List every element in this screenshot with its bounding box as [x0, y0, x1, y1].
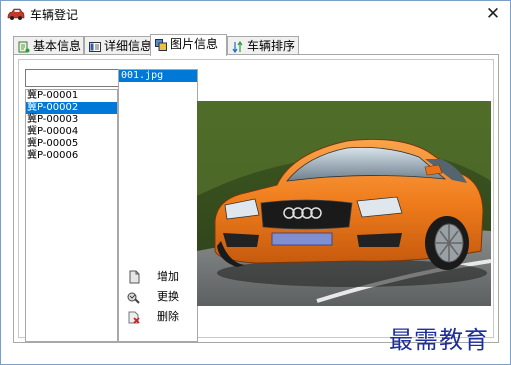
picture-info-icon	[155, 38, 167, 51]
content-frame: 冀P-00001 冀P-00002 冀P-00003 冀P-00004 冀P-00005…	[18, 59, 494, 342]
delete-label: 删除	[157, 310, 179, 323]
tab-label: 车辆排序	[247, 39, 296, 53]
replace-label: 更换	[157, 290, 179, 303]
tab-detail-info[interactable]: 详细信息	[84, 36, 155, 55]
app-window: 车辆登记 ✕ 基本信息 详细信息 图片信息 车辆排序 冀P-00001 冀P-0…	[0, 0, 511, 365]
window-title: 车辆登记	[30, 8, 79, 22]
plate-list-item[interactable]: 冀P-00001	[26, 90, 117, 102]
new-file-icon	[129, 270, 140, 284]
plate-list-item[interactable]: 冀P-00002	[26, 102, 117, 114]
watermark-text: 最需教育	[389, 326, 489, 354]
plate-list[interactable]: 冀P-00001 冀P-00002 冀P-00003 冀P-00004 冀P-00005…	[25, 89, 118, 342]
file-item[interactable]: 001.jpg	[119, 70, 197, 82]
plate-search-input[interactable]	[25, 69, 119, 87]
tab-picture-info[interactable]: 图片信息	[150, 34, 227, 56]
basic-info-icon	[18, 41, 30, 52]
tab-label: 图片信息	[170, 37, 219, 51]
tab-panel: 冀P-00001 冀P-00002 冀P-00003 冀P-00004 冀P-00005…	[13, 54, 499, 343]
detail-info-icon	[89, 41, 101, 52]
sort-icon	[232, 40, 243, 53]
delete-icon	[128, 311, 140, 324]
tab-label: 详细信息	[104, 39, 153, 53]
replace-icon	[127, 292, 140, 304]
tab-sort[interactable]: 车辆排序	[227, 36, 299, 55]
car-photo	[197, 101, 491, 306]
plate-list-item[interactable]: 冀P-00005	[26, 138, 117, 150]
plate-list-item[interactable]: 冀P-00003	[26, 114, 117, 126]
plate-list-item[interactable]: 冀P-00004	[26, 126, 117, 138]
tab-label: 基本信息	[33, 39, 82, 53]
plate-list-item[interactable]: 冀P-00006	[26, 150, 117, 162]
close-button[interactable]: ✕	[482, 4, 504, 24]
car-icon	[7, 8, 25, 20]
add-label: 增加	[157, 270, 179, 283]
tab-basic-info[interactable]: 基本信息	[13, 36, 84, 55]
title-bar: 车辆登记 ✕	[1, 1, 510, 27]
